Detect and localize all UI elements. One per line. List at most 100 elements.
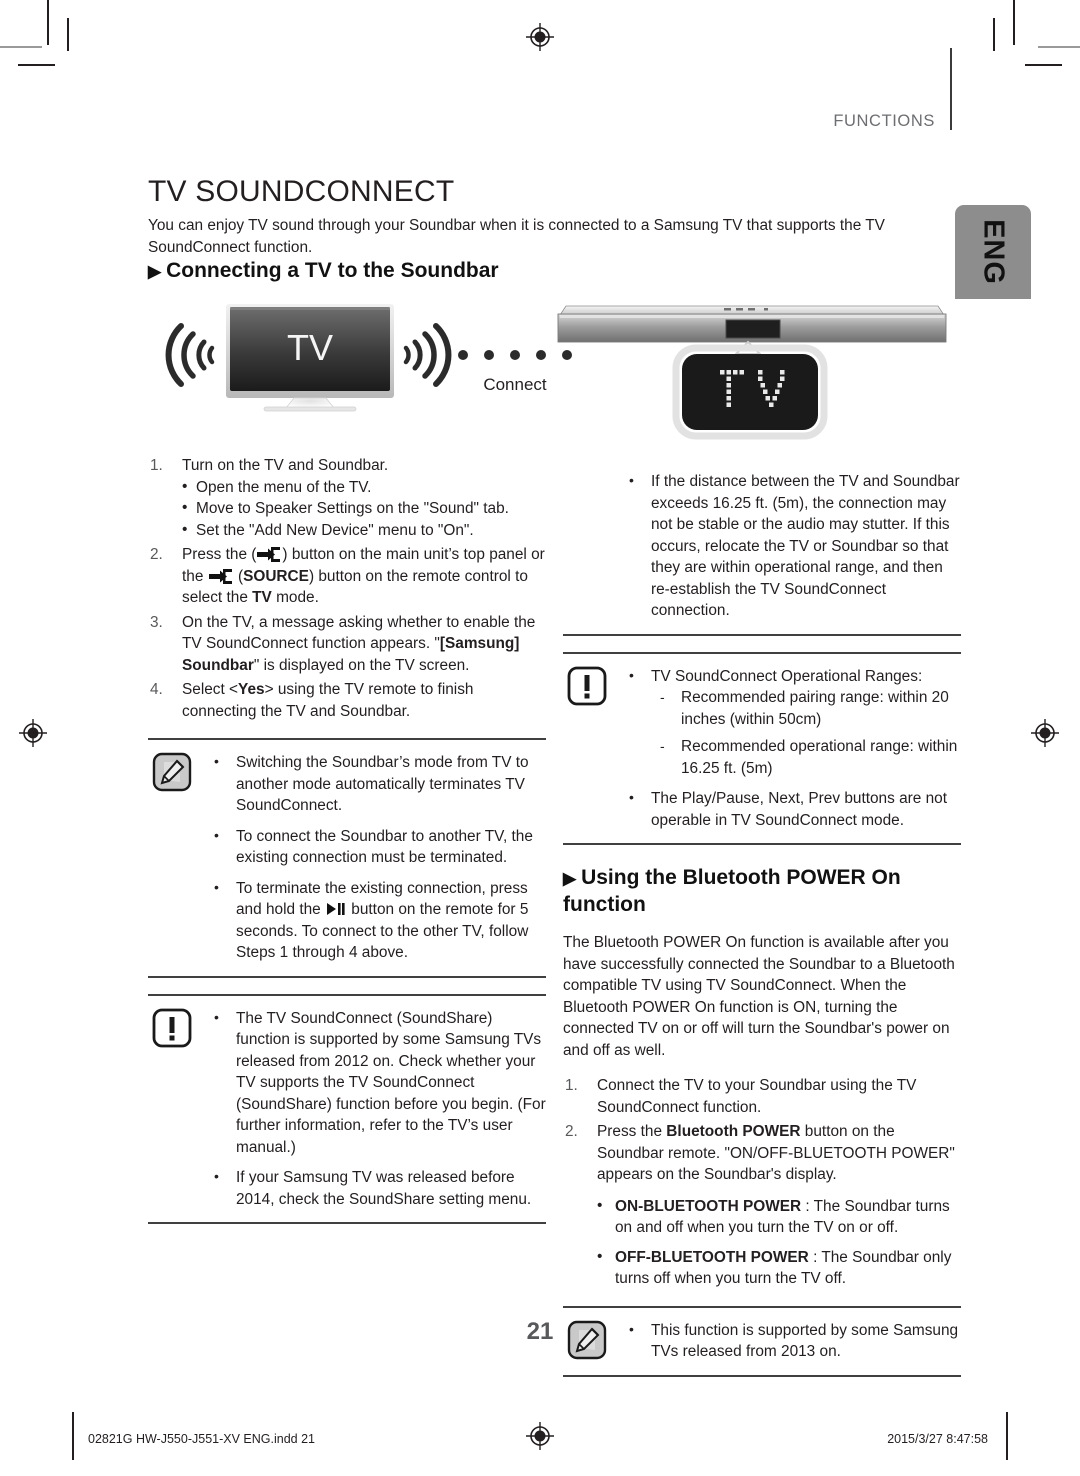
section-heading-bluetooth-label: Using the Bluetooth POWER On function: [563, 866, 901, 916]
bluetooth-options-list: • ON-BLUETOOTH POWER : The Soundbar turns…: [597, 1196, 961, 1290]
footer-timestamp: 2015/3/27 8:47:58: [887, 1432, 988, 1446]
note-callout-distance: • If the distance between the TV and Soun…: [563, 471, 961, 636]
manual-page: FUNCTIONS ENG TV SOUNDCONNECT You can en…: [0, 0, 1080, 1476]
bullet-dot-icon: •: [214, 753, 219, 769]
crop-mark-tl2-h: [0, 46, 42, 48]
list-item: • OFF-BLUETOOTH POWER : The Soundbar only…: [597, 1247, 961, 1290]
dash-bullet-icon: -: [660, 738, 665, 754]
bluetooth-body-paragraph: The Bluetooth POWER On function is avail…: [563, 934, 955, 1059]
registration-mark-top: [525, 22, 555, 52]
section-heading-connecting: ▶ Connecting a TV to the Soundbar: [148, 258, 499, 285]
bullet-dot-icon: •: [182, 520, 188, 538]
list-item-text: OFF-BLUETOOTH POWER : The Soundbar only …: [615, 1248, 952, 1288]
emphasis-text: ON-BLUETOOTH POWER: [615, 1197, 802, 1215]
ranges-list: • TV SoundConnect Operational Ranges: -R…: [623, 666, 961, 832]
list-item-text: Open the menu of the TV.: [196, 478, 372, 496]
connecting-steps-list: 1. Turn on the TV and Soundbar. • Open the …: [148, 455, 546, 722]
bullet-dot-icon: •: [214, 1168, 219, 1184]
list-item-text: The TV SoundConnect (SoundShare) functio…: [236, 1009, 546, 1156]
caution-list: • The TV SoundConnect (SoundShare) functi…: [208, 1008, 546, 1211]
page-number: 21: [526, 1318, 554, 1345]
step-number: 1.: [150, 457, 163, 474]
list-item-text: Set the "Add New Device" menu to "On".: [196, 521, 474, 539]
list-item: • If your Samsung TV was released before …: [208, 1167, 546, 1210]
step-number: 1.: [565, 1077, 578, 1094]
language-tab-label: ENG: [977, 219, 1010, 285]
list-item: - Recommended operational range: within 1…: [651, 736, 961, 779]
bullet-dot-icon: •: [182, 499, 188, 516]
bullet-dot-icon: •: [597, 1247, 603, 1265]
list-item: • To connect the Soundbar to another TV, …: [208, 826, 546, 869]
list-item: • Move to Speaker Settings on the "Sound"…: [182, 498, 546, 520]
list-item-text: To connect the Soundbar to another TV, t…: [236, 827, 533, 867]
bullet-dot-icon: •: [629, 666, 634, 683]
step-item: 2. Press the Bluetooth POWER button on th…: [563, 1121, 961, 1186]
list-item-text: Recommended operational range: within 16…: [681, 738, 958, 777]
crop-mark-tl-h: [18, 64, 55, 66]
sound-wave-right-icon: [403, 323, 452, 387]
intro-paragraph: You can enjoy TV sound through your Soun…: [148, 217, 885, 257]
connect-dots-icon: [458, 350, 572, 360]
list-item: • The Play/Pause, Next, Prev buttons are…: [623, 788, 961, 831]
list-item-text: Move to Speaker Settings on the "Sound" …: [196, 500, 509, 517]
crop-mark-tr2-v: [993, 18, 995, 51]
page-title: TV SOUNDCONNECT: [148, 175, 455, 209]
registration-mark-left: [18, 718, 48, 748]
list-item: • The TV SoundConnect (SoundShare) functi…: [208, 1008, 546, 1159]
list-item: • Open the menu of the TV.: [182, 477, 546, 499]
right-column: • If the distance between the TV and Soun…: [563, 455, 961, 1377]
step-item: 1. Turn on the TV and Soundbar. • Open the …: [148, 455, 546, 541]
list-item-text: If the distance between the TV and Sound…: [651, 473, 960, 619]
note-pencil-icon: [152, 752, 192, 792]
caution-exclamation-icon: [152, 1008, 192, 1048]
list-item: • Switching the Soundbar’s mode from TV t…: [208, 752, 546, 817]
list-item: • ON-BLUETOOTH POWER : The Soundbar turns…: [597, 1196, 961, 1239]
emphasis-text: Yes: [238, 681, 265, 698]
connect-label: Connect: [483, 375, 547, 394]
tv-device-graphic: TV: [226, 304, 394, 412]
soundbar-device-graphic: [557, 305, 947, 343]
bullet-dot-icon: •: [214, 826, 219, 843]
step-text: Turn on the TV and Soundbar.: [182, 457, 389, 474]
crop-mark-tr-h: [1025, 64, 1062, 66]
bullet-dot-icon: •: [597, 1196, 603, 1214]
sound-wave-left-icon: [165, 323, 215, 387]
list-item: • If the distance between the TV and Soun…: [623, 471, 961, 622]
tv-soundbar-illustration: TV Connect: [148, 298, 948, 443]
list-item-text: Recommended pairing range: within 20 inc…: [681, 689, 949, 728]
language-tab-eng: ENG: [955, 205, 1031, 299]
distance-note-list: • If the distance between the TV and Soun…: [623, 471, 961, 622]
footer-filename: 02821G HW-J550-J551-XV ENG.indd 21: [88, 1432, 315, 1446]
step-number: 3.: [150, 613, 163, 631]
list-item-text: To terminate the existing connection, pr…: [236, 879, 529, 962]
ranges-sub-list: - Recommended pairing range: within 20 in…: [651, 687, 961, 779]
svg-text:TV: TV: [287, 327, 333, 368]
step-item: 2. Press the () button on the main unit’s…: [148, 544, 546, 609]
caution-callout-soundshare: • The TV SoundConnect (SoundShare) functi…: [148, 993, 546, 1224]
left-column: 1. Turn on the TV and Soundbar. • Open the …: [148, 455, 546, 1224]
crop-mark-tl-v: [47, 0, 49, 45]
list-item: • To terminate the existing connection, p…: [208, 878, 546, 964]
step-text: Press the () button on the main unit’s t…: [182, 546, 545, 606]
step-text: Press the Bluetooth POWER button on the …: [597, 1123, 955, 1183]
footer-rule-left: [72, 1412, 74, 1460]
note-callout-switching: • Switching the Soundbar’s mode from TV t…: [148, 738, 546, 978]
caution-exclamation-icon: [567, 666, 607, 706]
bullet-dot-icon: •: [629, 789, 634, 805]
triangle-bullet-icon: ▶: [148, 262, 162, 281]
caution-callout-ranges: • TV SoundConnect Operational Ranges: -R…: [563, 651, 961, 845]
crop-mark-tl2-v: [67, 18, 69, 51]
note-list: • Switching the Soundbar’s mode from TV t…: [208, 752, 546, 964]
crop-mark-tr2-h: [1038, 46, 1080, 48]
list-item-text: ON-BLUETOOTH POWER : The Soundbar turns …: [615, 1197, 950, 1237]
running-head: FUNCTIONS: [833, 112, 935, 130]
section-heading-connecting-label: Connecting a TV to the Soundbar: [166, 259, 499, 282]
emphasis-text: TV: [252, 589, 272, 606]
step-item: 4. Select <Yes> using the TV remote to fi…: [148, 679, 546, 722]
section-heading-bluetooth: ▶ Using the Bluetooth POWER On function: [563, 865, 961, 918]
step-number: 2.: [565, 1123, 578, 1140]
emphasis-text: SOURCE: [243, 567, 309, 585]
list-item: • Set the "Add New Device" menu to "On".: [182, 520, 546, 542]
list-item: • TV SoundConnect Operational Ranges: -R…: [623, 666, 961, 780]
step-text: On the TV, a message asking whether to e…: [182, 613, 536, 674]
